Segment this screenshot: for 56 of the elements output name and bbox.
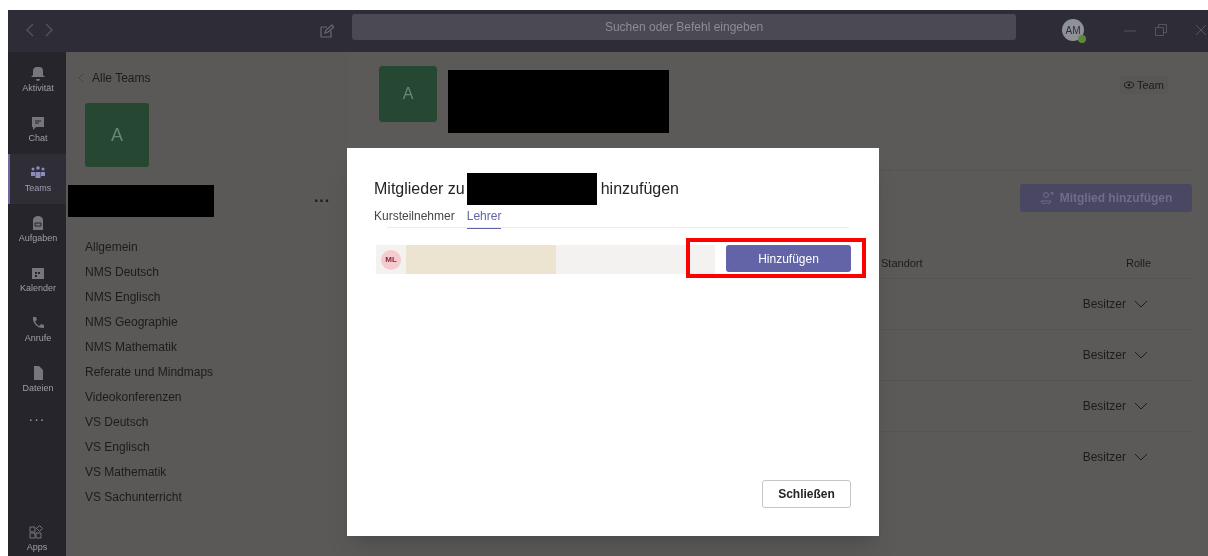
channel-item[interactable]: VS Deutsch <box>85 410 348 435</box>
status-dot-icon <box>1078 35 1086 43</box>
back-button[interactable] <box>26 23 34 37</box>
chevron-down-icon <box>1134 300 1148 308</box>
role-dropdown[interactable]: Besitzer <box>1082 448 1148 466</box>
more-options-button[interactable]: ··· <box>314 189 330 213</box>
close-icon <box>1195 24 1207 36</box>
channel-item[interactable]: VS Sachunterricht <box>85 485 348 510</box>
channel-item[interactable]: VS Englisch <box>85 435 348 460</box>
rail-tab[interactable]: Aktivität <box>8 54 66 104</box>
member-avatar: ML <box>381 249 401 270</box>
apps-button[interactable]: Apps <box>26 524 48 552</box>
maximize-button[interactable] <box>1155 24 1167 36</box>
eye-icon <box>1124 81 1134 89</box>
role-dropdown[interactable]: Besitzer <box>1082 346 1148 364</box>
rail-tab[interactable]: Teams <box>8 154 66 204</box>
column-header: Standort <box>881 256 923 271</box>
close-dialog-button[interactable]: Schließen <box>762 480 851 508</box>
more-button[interactable]: ··· <box>8 404 66 434</box>
add-person-icon <box>1039 192 1054 204</box>
dialog-title: hinzufügen <box>600 179 679 199</box>
role-dropdown[interactable]: Besitzer <box>1082 295 1148 313</box>
dialog-title: Mitglieder zu <box>374 179 465 199</box>
channel-item[interactable]: NMS Englisch <box>85 285 348 310</box>
forward-icon <box>45 23 53 37</box>
dialog-tab[interactable]: Kursteilnehmer <box>374 207 455 229</box>
back-icon <box>26 23 34 37</box>
search-field[interactable]: Suchen oder Befehl eingeben <box>352 14 1016 40</box>
channel-item[interactable]: NMS Deutsch <box>85 260 348 285</box>
restore-icon <box>1155 24 1167 36</box>
add-button[interactable]: Hinzufügen <box>726 245 851 272</box>
user-avatar[interactable]: AM <box>1062 19 1084 41</box>
forward-button[interactable] <box>45 23 53 37</box>
chevron-down-icon <box>1134 402 1148 410</box>
rail-tab[interactable]: Aufgaben <box>8 204 66 254</box>
channel-item[interactable]: Allgemein <box>85 235 348 260</box>
channel-item[interactable]: Videokonferenzen <box>85 385 348 410</box>
team-avatar: A <box>85 103 149 167</box>
chevron-down-icon <box>1134 453 1148 461</box>
channel-item[interactable]: NMS Mathematik <box>85 335 348 360</box>
team-avatar: A <box>379 66 437 122</box>
column-header: Rolle <box>1126 256 1152 271</box>
rail-tab[interactable]: Dateien <box>8 354 66 404</box>
compose-icon <box>320 24 334 38</box>
rail-tab[interactable]: Kalender <box>8 254 66 304</box>
role-dropdown[interactable]: Besitzer <box>1082 397 1148 415</box>
rail-tab[interactable]: Chat <box>8 104 66 154</box>
compose-button[interactable] <box>320 24 334 38</box>
all-teams-link[interactable]: Alle Teams <box>78 69 348 87</box>
rail-tab[interactable]: Anrufe <box>8 304 66 354</box>
close-button[interactable] <box>1195 24 1207 36</box>
chevron-down-icon <box>1134 351 1148 359</box>
channel-item[interactable]: Referate und Mindmaps <box>85 360 348 385</box>
channel-item[interactable]: NMS Geographie <box>85 310 348 335</box>
channel-item[interactable]: VS Mathematik <box>85 460 348 485</box>
apps-icon <box>29 524 45 540</box>
